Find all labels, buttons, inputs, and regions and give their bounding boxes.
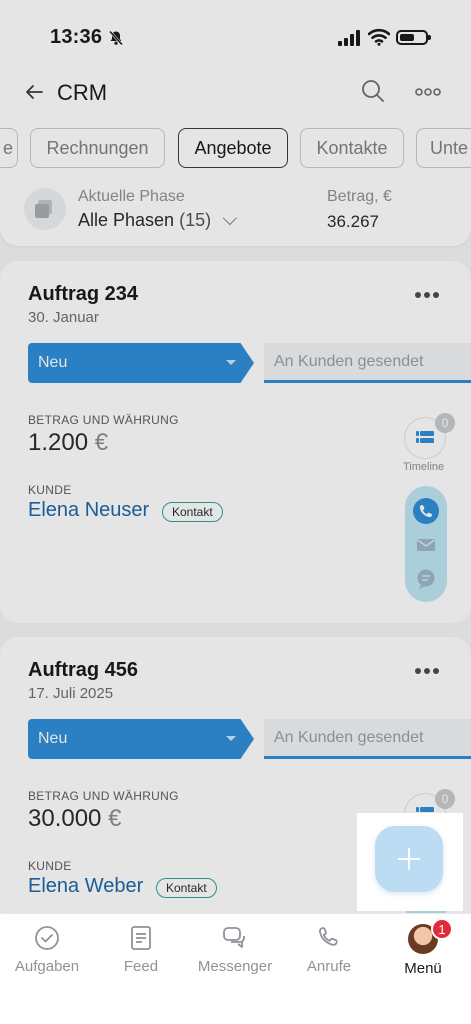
stage-caret-icon	[226, 360, 236, 365]
phase-label: Aktuelle Phase	[78, 188, 185, 205]
nav-feed[interactable]: Feed	[94, 924, 188, 975]
communication-actions	[405, 486, 447, 602]
feed-icon	[131, 926, 151, 950]
deal-date: 30. Januar	[28, 309, 99, 326]
deal-menu-icon[interactable]	[414, 288, 440, 302]
amount-label: Betrag, €	[327, 188, 392, 205]
phase-summary: Aktuelle Phase Alle Phasen (15) Betrag, …	[0, 178, 471, 246]
stage-current[interactable]: Neu	[28, 719, 254, 759]
amount-field-label: BETRAG UND WÄHRUNG	[28, 789, 179, 803]
deal-amount: 30.000 €	[28, 805, 122, 832]
client-type-badge: Kontakt	[162, 502, 223, 522]
check-circle-icon	[35, 926, 59, 950]
chat-icon	[223, 927, 245, 948]
wifi-icon	[368, 28, 390, 46]
timeline-counter: 0	[435, 413, 455, 433]
search-icon[interactable]	[360, 78, 386, 104]
add-button[interactable]	[375, 826, 443, 892]
signal-icon	[338, 30, 360, 46]
status-bar: 13:36	[0, 0, 471, 70]
client-field-label: KUNDE	[28, 859, 72, 873]
tab-kontakte[interactable]: Kontakte	[300, 128, 404, 168]
tab-angebote[interactable]: Angebote	[178, 128, 288, 168]
notification-badge: 1	[431, 918, 453, 940]
tab-next[interactable]: Unte	[416, 128, 471, 168]
more-options-icon[interactable]	[414, 82, 442, 102]
client-name-link[interactable]: Elena Neuser	[28, 499, 149, 522]
page-title: CRM	[57, 80, 108, 105]
tab-previous[interactable]: e	[0, 128, 18, 168]
deal-title: Auftrag 456	[28, 659, 139, 681]
deal-amount: 1.200 €	[28, 429, 109, 456]
battery-icon	[396, 30, 431, 45]
deal-menu-icon[interactable]	[414, 664, 440, 678]
nav-messenger[interactable]: Messenger	[188, 924, 282, 975]
bell-off-icon	[109, 30, 123, 46]
amount-value: 36.267	[327, 212, 379, 231]
timeline-counter: 0	[435, 789, 455, 809]
email-icon[interactable]	[413, 532, 439, 558]
phone-icon	[319, 927, 338, 946]
client-type-badge: Kontakt	[156, 878, 217, 898]
stage-next[interactable]: An Kunden gesendet	[264, 343, 471, 383]
amount-field-label: BETRAG UND WÄHRUNG	[28, 413, 179, 427]
stage-next[interactable]: An Kunden gesendet	[264, 719, 471, 759]
status-time: 13:36	[50, 26, 103, 48]
back-arrow-icon[interactable]	[22, 80, 46, 104]
deal-date: 17. Juli 2025	[28, 685, 114, 702]
phase-stack-icon	[24, 188, 66, 230]
app-header: CRM	[0, 70, 471, 118]
nav-anrufe[interactable]: Anrufe	[282, 924, 376, 975]
bottom-navigation: Aufgaben Feed Messenger Anrufe 1 Menü	[0, 913, 471, 1024]
phone-call-icon[interactable]	[413, 498, 439, 524]
nav-aufgaben[interactable]: Aufgaben	[0, 924, 94, 975]
entity-tabs: e Rechnungen Angebote Kontakte Unte	[0, 118, 471, 178]
deal-title: Auftrag 234	[28, 283, 139, 305]
deal-card[interactable]: Auftrag 234 30. Januar Neu An Kunden ges…	[0, 261, 471, 623]
client-name-link[interactable]: Elena Weber	[28, 875, 143, 898]
stage-caret-icon	[226, 736, 236, 741]
tab-rechnungen[interactable]: Rechnungen	[30, 128, 165, 168]
nav-menu[interactable]: 1 Menü	[376, 918, 470, 977]
chevron-down-icon	[222, 211, 238, 226]
client-field-label: KUNDE	[28, 483, 72, 497]
phase-selector[interactable]: Alle Phasen (15)	[78, 210, 238, 231]
stage-current[interactable]: Neu	[28, 343, 254, 383]
timeline-label: Timeline	[403, 461, 445, 473]
chat-icon[interactable]	[413, 566, 439, 592]
